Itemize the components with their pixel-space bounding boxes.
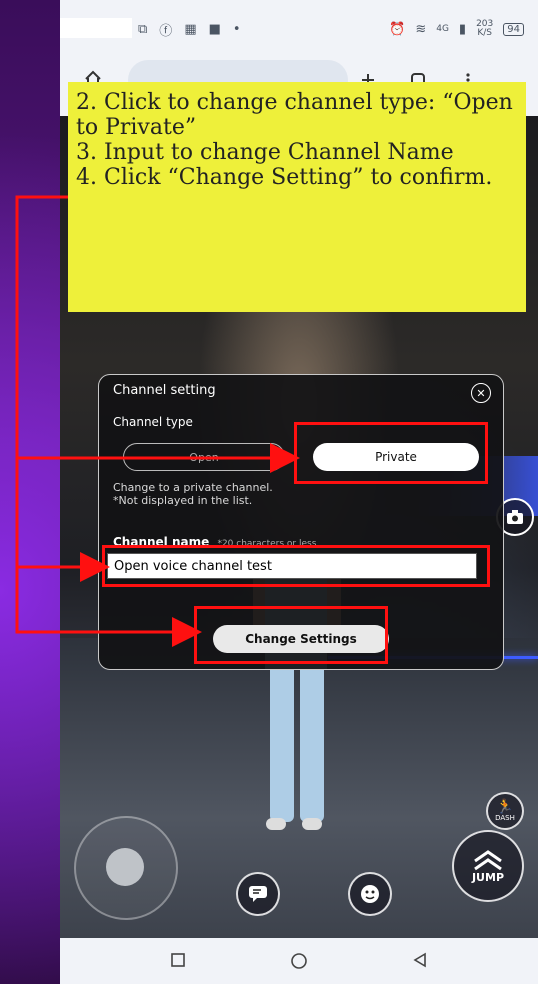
network-label: 4G — [436, 23, 449, 34]
android-nav-bar — [60, 938, 538, 984]
jump-button[interactable]: JUMP — [452, 830, 524, 902]
home-circle-icon[interactable] — [290, 952, 308, 970]
channel-type-open-option[interactable]: Open — [123, 443, 285, 471]
avatar-leg-left — [270, 652, 294, 822]
calendar-icon: ▦ — [184, 22, 197, 37]
hint-line-1: Change to a private channel. — [113, 481, 273, 494]
recents-icon[interactable] — [170, 952, 186, 968]
avatar-shoe-right — [302, 818, 322, 830]
facebook-square-icon: ■ — [208, 22, 221, 37]
facebook-icon: ⓕ — [159, 24, 173, 39]
status-bar: ⧉ ⓕ ▦ ■ • ⏰ ≋ 4G ▮ 203 K/S 94 — [60, 0, 538, 58]
more-dot-icon: • — [232, 22, 241, 37]
smiley-icon — [361, 885, 379, 903]
network-speed: 203 K/S — [476, 20, 493, 38]
signal-icon: ▮ — [458, 21, 467, 37]
alarm-icon: ⏰ — [389, 21, 406, 37]
instruction-callout: 2. Click to change channel type: “Open t… — [68, 82, 526, 312]
hint-line-2: *Not displayed in the list. — [113, 494, 253, 507]
double-chevron-up-icon — [474, 849, 502, 870]
system-icons: ⏰ ≋ 4G ▮ 203 K/S 94 — [389, 20, 524, 38]
avatar-shoe-left — [266, 818, 286, 830]
highlight-private-option — [294, 422, 488, 484]
runner-icon: 🏃 — [496, 799, 514, 815]
dash-button[interactable]: 🏃 DASH — [486, 792, 524, 830]
avatar-leg-right — [300, 652, 324, 822]
speed-unit: K/S — [477, 28, 492, 38]
back-icon[interactable] — [412, 952, 428, 968]
jump-label: JUMP — [471, 870, 505, 884]
dialog-title: Channel setting — [113, 383, 216, 398]
callout-step-2: 2. Click to change channel type: “Open t… — [76, 90, 520, 140]
highlight-change-settings — [194, 606, 388, 664]
battery-indicator: 94 — [503, 22, 524, 36]
callout-step-3: 3. Input to change Channel Name — [76, 140, 454, 165]
callout-step-4: 4. Click “Change Setting” to confirm. — [76, 165, 493, 190]
emote-button[interactable] — [348, 872, 392, 916]
redaction-block — [60, 18, 132, 38]
highlight-channel-name — [102, 545, 490, 587]
joystick-knob[interactable] — [106, 848, 144, 886]
channel-type-label: Channel type — [113, 415, 193, 429]
channel-type-hint: Change to a private channel. *Not displa… — [113, 481, 273, 507]
camera-icon — [507, 510, 523, 524]
dash-label: DASH — [495, 814, 515, 822]
chat-edit-icon — [249, 886, 267, 902]
chat-button[interactable] — [236, 872, 280, 916]
wifi-icon: ≋ — [415, 21, 427, 37]
line-app-icon: ⧉ — [138, 22, 148, 37]
notification-icons: ⧉ ⓕ ▦ ■ • — [138, 20, 241, 39]
close-icon[interactable]: ✕ — [471, 383, 491, 403]
